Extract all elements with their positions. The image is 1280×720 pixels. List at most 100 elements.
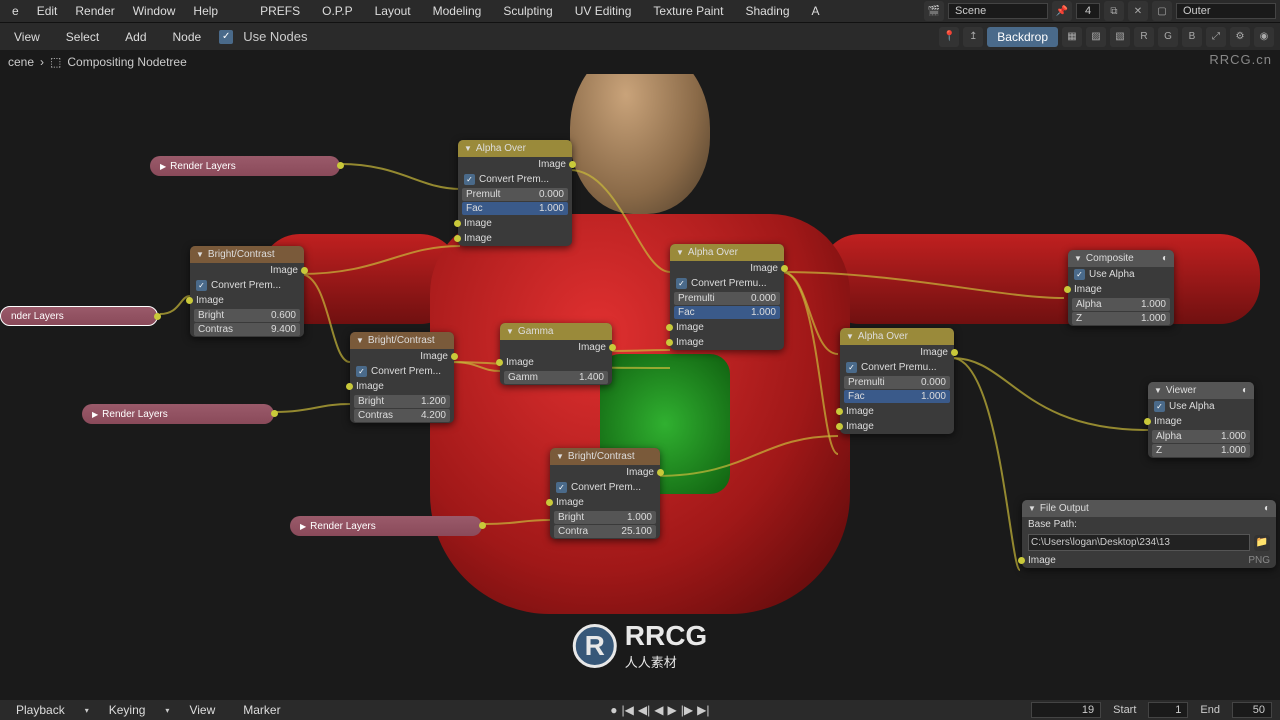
prev-key-icon[interactable]: ◀| bbox=[638, 703, 650, 717]
close-icon[interactable]: ✕ bbox=[1128, 1, 1148, 21]
node-composite[interactable]: ▼Composite◐ ✓Use Alpha Image Alpha1.000 … bbox=[1068, 250, 1174, 326]
menu-edit[interactable]: Edit bbox=[29, 2, 66, 20]
sphere-icon[interactable]: ◐ bbox=[1242, 385, 1248, 396]
scene-field[interactable]: Scene bbox=[948, 3, 1048, 19]
workspace-modeling[interactable]: Modeling bbox=[423, 2, 492, 20]
workspace-texpaint[interactable]: Texture Paint bbox=[643, 2, 733, 20]
node-bright-contrast-1[interactable]: ▼Bright/Contrast Image ✓Convert Prem... … bbox=[190, 246, 304, 337]
node-file-output[interactable]: ▼File Output◐ Base Path: 📁 ImagePNG bbox=[1022, 500, 1276, 568]
workspace-layout[interactable]: Layout bbox=[365, 2, 421, 20]
ch-b[interactable]: B bbox=[1182, 27, 1202, 47]
pin-tree-icon[interactable]: 📍 bbox=[939, 27, 959, 47]
ch-bw-icon[interactable]: ▧ bbox=[1110, 27, 1130, 47]
workspace-opp[interactable]: O.P.P bbox=[312, 2, 362, 20]
workspace-more[interactable]: A bbox=[802, 2, 830, 20]
ch-rgba-icon[interactable]: ▦ bbox=[1062, 27, 1082, 47]
frame-indicator[interactable]: 4 bbox=[1076, 3, 1100, 19]
menu-render[interactable]: Render bbox=[67, 2, 122, 20]
use-alpha-checkbox[interactable]: ✓ bbox=[1154, 401, 1165, 412]
copy-icon[interactable]: ⧉ bbox=[1104, 1, 1124, 21]
current-frame-field[interactable]: 19 bbox=[1031, 702, 1101, 718]
next-key-icon[interactable]: |▶ bbox=[681, 703, 693, 717]
convert-checkbox[interactable]: ✓ bbox=[676, 278, 687, 289]
sub-add[interactable]: Add bbox=[117, 28, 154, 46]
ch-r[interactable]: R bbox=[1134, 27, 1154, 47]
sub-node[interactable]: Node bbox=[165, 28, 210, 46]
layer-icon[interactable]: ▢ bbox=[1152, 1, 1172, 21]
bright-field[interactable]: Bright1.000 bbox=[554, 511, 656, 524]
premult-field[interactable]: Premulti0.000 bbox=[844, 376, 950, 389]
workspace-uv[interactable]: UV Editing bbox=[565, 2, 642, 20]
convert-checkbox[interactable]: ✓ bbox=[356, 366, 367, 377]
node-bright-contrast-3[interactable]: ▼Bright/Contrast Image ✓Convert Prem... … bbox=[550, 448, 660, 539]
node-alpha-over-2[interactable]: ▼Alpha Over Image ✓Convert Premu... Prem… bbox=[670, 244, 784, 350]
convert-checkbox[interactable]: ✓ bbox=[846, 362, 857, 373]
workspace-sculpting[interactable]: Sculpting bbox=[493, 2, 562, 20]
zoom-fit-icon[interactable]: ⤢ bbox=[1206, 27, 1226, 47]
jump-start-icon[interactable]: |◀ bbox=[622, 703, 634, 717]
sphere-icon[interactable]: ◐ bbox=[1264, 503, 1270, 514]
basepath-field[interactable] bbox=[1028, 534, 1250, 551]
scene-icon[interactable]: 🎬 bbox=[924, 1, 944, 21]
alpha-field[interactable]: Alpha1.000 bbox=[1152, 430, 1250, 443]
contrast-field[interactable]: Contras9.400 bbox=[194, 323, 300, 336]
node-bright-contrast-2[interactable]: ▼Bright/Contrast Image ✓Convert Prem... … bbox=[350, 332, 454, 423]
ch-g[interactable]: G bbox=[1158, 27, 1178, 47]
node-alpha-over-3[interactable]: ▼Alpha Over Image ✓Convert Premu... Prem… bbox=[840, 328, 954, 434]
sub-view[interactable]: View bbox=[6, 28, 48, 46]
backdrop-button[interactable]: Backdrop bbox=[987, 27, 1058, 47]
arrow-icon[interactable]: ↥ bbox=[963, 27, 983, 47]
fac-field[interactable]: Fac1.000 bbox=[462, 202, 568, 215]
overlay-icon[interactable]: ◉ bbox=[1254, 27, 1274, 47]
jump-end-icon[interactable]: ▶| bbox=[697, 703, 709, 717]
bb-keying[interactable]: Keying bbox=[101, 701, 154, 719]
node-render-layers-4[interactable]: ▶ Render Layers bbox=[290, 516, 482, 536]
expand-icon[interactable]: ▶ bbox=[92, 410, 98, 419]
node-render-layers-1[interactable]: ▶ Render Layers bbox=[150, 156, 340, 176]
contrast-field[interactable]: Contras4.200 bbox=[354, 409, 450, 422]
options-icon[interactable]: ⚙ bbox=[1230, 27, 1250, 47]
end-frame-field[interactable]: 50 bbox=[1232, 702, 1272, 718]
convert-checkbox[interactable]: ✓ bbox=[556, 482, 567, 493]
convert-checkbox[interactable]: ✓ bbox=[196, 280, 207, 291]
gamma-field[interactable]: Gamm1.400 bbox=[504, 371, 608, 384]
play-rev-icon[interactable]: ◀ bbox=[654, 703, 663, 717]
premult-field[interactable]: Premulti0.000 bbox=[674, 292, 780, 305]
menu-window[interactable]: Window bbox=[125, 2, 184, 20]
node-alpha-over-1[interactable]: ▼Alpha Over Image ✓Convert Prem... Premu… bbox=[458, 140, 572, 246]
start-frame-field[interactable]: 1 bbox=[1148, 702, 1188, 718]
viewlayer-field[interactable]: Outer bbox=[1176, 3, 1276, 19]
menu-help[interactable]: Help bbox=[185, 2, 226, 20]
workspace-prefs[interactable]: PREFS bbox=[250, 2, 310, 20]
breadcrumb-scene[interactable]: cene bbox=[8, 55, 34, 69]
bb-playback[interactable]: Playback bbox=[8, 701, 73, 719]
expand-icon[interactable]: ▶ bbox=[300, 522, 306, 531]
expand-icon[interactable]: ▶ bbox=[160, 162, 166, 171]
premult-field[interactable]: Premult0.000 bbox=[462, 188, 568, 201]
workspace-shading[interactable]: Shading bbox=[735, 2, 799, 20]
breadcrumb-tree[interactable]: Compositing Nodetree bbox=[67, 55, 186, 69]
use-alpha-checkbox[interactable]: ✓ bbox=[1074, 269, 1085, 280]
contrast-field[interactable]: Contra25.100 bbox=[554, 525, 656, 538]
ch-rgb-icon[interactable]: ▨ bbox=[1086, 27, 1106, 47]
use-nodes-checkbox[interactable]: ✓ bbox=[219, 30, 233, 44]
bb-view[interactable]: View bbox=[181, 701, 223, 719]
alpha-field[interactable]: Alpha1.000 bbox=[1072, 298, 1170, 311]
fac-field[interactable]: Fac1.000 bbox=[844, 390, 950, 403]
z-field[interactable]: Z1.000 bbox=[1152, 444, 1250, 457]
node-gamma[interactable]: ▼Gamma Image Image Gamm1.400 bbox=[500, 323, 612, 385]
record-icon[interactable]: ● bbox=[610, 703, 617, 717]
node-viewer[interactable]: ▼Viewer◐ ✓Use Alpha Image Alpha1.000 Z1.… bbox=[1148, 382, 1254, 458]
sub-select[interactable]: Select bbox=[58, 28, 107, 46]
bright-field[interactable]: Bright0.600 bbox=[194, 309, 300, 322]
play-icon[interactable]: ▶ bbox=[668, 703, 677, 717]
fac-field[interactable]: Fac1.000 bbox=[674, 306, 780, 319]
folder-icon[interactable]: 📁 bbox=[1254, 535, 1270, 551]
sphere-icon[interactable]: ◐ bbox=[1162, 253, 1168, 264]
pin-icon[interactable]: 📌 bbox=[1052, 1, 1072, 21]
bb-marker[interactable]: Marker bbox=[235, 701, 288, 719]
convert-checkbox[interactable]: ✓ bbox=[464, 174, 475, 185]
node-render-layers-3[interactable]: ▶ Render Layers bbox=[82, 404, 274, 424]
node-editor-canvas[interactable]: ▶ Render Layers nder Layers ▶ Render Lay… bbox=[0, 74, 1280, 700]
node-render-layers-2[interactable]: nder Layers bbox=[0, 306, 158, 326]
